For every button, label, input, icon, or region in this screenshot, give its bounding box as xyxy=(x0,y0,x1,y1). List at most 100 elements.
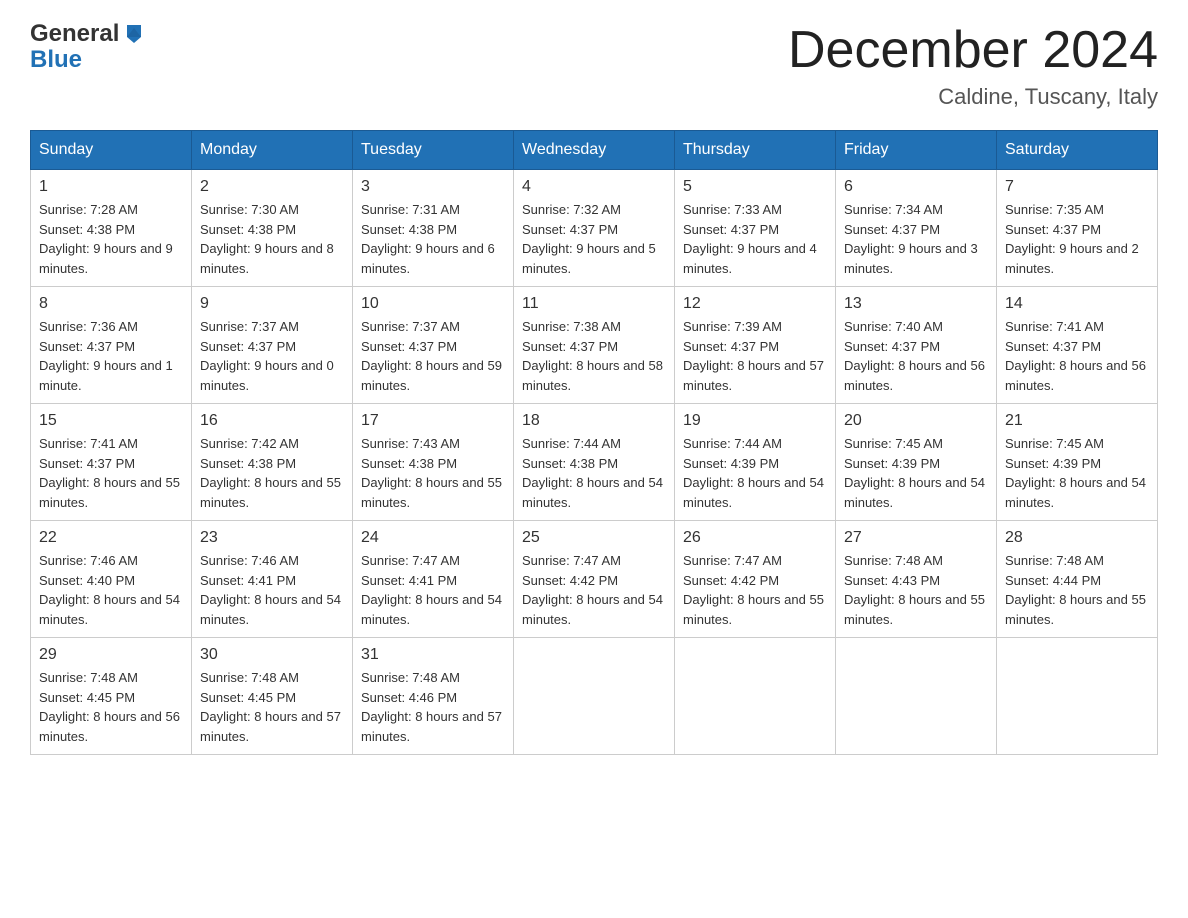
day-number: 14 xyxy=(1005,295,1149,313)
sunset-label: Sunset: 4:45 PM xyxy=(200,690,296,705)
calendar-header-row: SundayMondayTuesdayWednesdayThursdayFrid… xyxy=(31,131,1158,170)
day-number: 6 xyxy=(844,178,988,196)
day-info: Sunrise: 7:37 AM Sunset: 4:37 PM Dayligh… xyxy=(200,317,344,395)
calendar-day-cell: 6 Sunrise: 7:34 AM Sunset: 4:37 PM Dayli… xyxy=(836,170,997,287)
calendar-day-cell: 19 Sunrise: 7:44 AM Sunset: 4:39 PM Dayl… xyxy=(675,404,836,521)
day-info: Sunrise: 7:44 AM Sunset: 4:38 PM Dayligh… xyxy=(522,434,666,512)
sunrise-label: Sunrise: 7:30 AM xyxy=(200,202,299,217)
day-info: Sunrise: 7:48 AM Sunset: 4:46 PM Dayligh… xyxy=(361,668,505,746)
day-info: Sunrise: 7:48 AM Sunset: 4:45 PM Dayligh… xyxy=(39,668,183,746)
day-of-week-header: Friday xyxy=(836,131,997,170)
day-number: 26 xyxy=(683,529,827,547)
calendar-day-cell: 3 Sunrise: 7:31 AM Sunset: 4:38 PM Dayli… xyxy=(353,170,514,287)
daylight-label: Daylight: 8 hours and 54 minutes. xyxy=(361,592,502,627)
day-info: Sunrise: 7:37 AM Sunset: 4:37 PM Dayligh… xyxy=(361,317,505,395)
day-number: 2 xyxy=(200,178,344,196)
day-number: 30 xyxy=(200,646,344,664)
calendar-day-cell: 16 Sunrise: 7:42 AM Sunset: 4:38 PM Dayl… xyxy=(192,404,353,521)
day-number: 29 xyxy=(39,646,183,664)
daylight-label: Daylight: 8 hours and 57 minutes. xyxy=(361,709,502,744)
calendar-day-cell xyxy=(514,638,675,755)
day-info: Sunrise: 7:41 AM Sunset: 4:37 PM Dayligh… xyxy=(39,434,183,512)
calendar-day-cell: 31 Sunrise: 7:48 AM Sunset: 4:46 PM Dayl… xyxy=(353,638,514,755)
day-number: 20 xyxy=(844,412,988,430)
calendar-day-cell: 4 Sunrise: 7:32 AM Sunset: 4:37 PM Dayli… xyxy=(514,170,675,287)
day-number: 27 xyxy=(844,529,988,547)
calendar-day-cell: 20 Sunrise: 7:45 AM Sunset: 4:39 PM Dayl… xyxy=(836,404,997,521)
calendar-day-cell: 5 Sunrise: 7:33 AM Sunset: 4:37 PM Dayli… xyxy=(675,170,836,287)
calendar-day-cell: 18 Sunrise: 7:44 AM Sunset: 4:38 PM Dayl… xyxy=(514,404,675,521)
day-number: 16 xyxy=(200,412,344,430)
sunset-label: Sunset: 4:38 PM xyxy=(361,222,457,237)
day-info: Sunrise: 7:45 AM Sunset: 4:39 PM Dayligh… xyxy=(844,434,988,512)
day-info: Sunrise: 7:40 AM Sunset: 4:37 PM Dayligh… xyxy=(844,317,988,395)
calendar-table: SundayMondayTuesdayWednesdayThursdayFrid… xyxy=(30,130,1158,755)
sunset-label: Sunset: 4:43 PM xyxy=(844,573,940,588)
location-subtitle: Caldine, Tuscany, Italy xyxy=(788,84,1158,110)
day-info: Sunrise: 7:30 AM Sunset: 4:38 PM Dayligh… xyxy=(200,200,344,278)
day-number: 24 xyxy=(361,529,505,547)
sunset-label: Sunset: 4:37 PM xyxy=(683,339,779,354)
sunset-label: Sunset: 4:38 PM xyxy=(39,222,135,237)
calendar-week-row: 15 Sunrise: 7:41 AM Sunset: 4:37 PM Dayl… xyxy=(31,404,1158,521)
sunrise-label: Sunrise: 7:48 AM xyxy=(844,553,943,568)
sunrise-label: Sunrise: 7:45 AM xyxy=(1005,436,1104,451)
day-info: Sunrise: 7:48 AM Sunset: 4:43 PM Dayligh… xyxy=(844,551,988,629)
day-of-week-header: Monday xyxy=(192,131,353,170)
sunset-label: Sunset: 4:37 PM xyxy=(200,339,296,354)
day-info: Sunrise: 7:44 AM Sunset: 4:39 PM Dayligh… xyxy=(683,434,827,512)
calendar-day-cell: 7 Sunrise: 7:35 AM Sunset: 4:37 PM Dayli… xyxy=(997,170,1158,287)
daylight-label: Daylight: 9 hours and 4 minutes. xyxy=(683,241,817,276)
daylight-label: Daylight: 9 hours and 1 minute. xyxy=(39,358,173,393)
sunrise-label: Sunrise: 7:41 AM xyxy=(39,436,138,451)
daylight-label: Daylight: 9 hours and 8 minutes. xyxy=(200,241,334,276)
day-number: 22 xyxy=(39,529,183,547)
day-number: 4 xyxy=(522,178,666,196)
sunrise-label: Sunrise: 7:41 AM xyxy=(1005,319,1104,334)
day-number: 18 xyxy=(522,412,666,430)
calendar-day-cell: 12 Sunrise: 7:39 AM Sunset: 4:37 PM Dayl… xyxy=(675,287,836,404)
logo: General Blue xyxy=(30,20,145,74)
sunset-label: Sunset: 4:37 PM xyxy=(1005,222,1101,237)
daylight-label: Daylight: 8 hours and 56 minutes. xyxy=(39,709,180,744)
day-info: Sunrise: 7:46 AM Sunset: 4:41 PM Dayligh… xyxy=(200,551,344,629)
day-info: Sunrise: 7:47 AM Sunset: 4:42 PM Dayligh… xyxy=(522,551,666,629)
sunrise-label: Sunrise: 7:48 AM xyxy=(361,670,460,685)
logo-arrow-icon xyxy=(123,23,145,45)
calendar-week-row: 29 Sunrise: 7:48 AM Sunset: 4:45 PM Dayl… xyxy=(31,638,1158,755)
logo-blue-text: Blue xyxy=(30,46,82,74)
day-info: Sunrise: 7:47 AM Sunset: 4:41 PM Dayligh… xyxy=(361,551,505,629)
sunrise-label: Sunrise: 7:39 AM xyxy=(683,319,782,334)
day-info: Sunrise: 7:39 AM Sunset: 4:37 PM Dayligh… xyxy=(683,317,827,395)
sunset-label: Sunset: 4:39 PM xyxy=(844,456,940,471)
sunrise-label: Sunrise: 7:32 AM xyxy=(522,202,621,217)
daylight-label: Daylight: 9 hours and 9 minutes. xyxy=(39,241,173,276)
day-number: 23 xyxy=(200,529,344,547)
calendar-day-cell: 26 Sunrise: 7:47 AM Sunset: 4:42 PM Dayl… xyxy=(675,521,836,638)
daylight-label: Daylight: 8 hours and 56 minutes. xyxy=(1005,358,1146,393)
calendar-day-cell: 9 Sunrise: 7:37 AM Sunset: 4:37 PM Dayli… xyxy=(192,287,353,404)
sunset-label: Sunset: 4:39 PM xyxy=(1005,456,1101,471)
sunrise-label: Sunrise: 7:37 AM xyxy=(200,319,299,334)
sunset-label: Sunset: 4:38 PM xyxy=(522,456,618,471)
daylight-label: Daylight: 8 hours and 55 minutes. xyxy=(683,592,824,627)
daylight-label: Daylight: 8 hours and 57 minutes. xyxy=(200,709,341,744)
day-number: 10 xyxy=(361,295,505,313)
calendar-day-cell: 13 Sunrise: 7:40 AM Sunset: 4:37 PM Dayl… xyxy=(836,287,997,404)
sunset-label: Sunset: 4:37 PM xyxy=(844,339,940,354)
day-info: Sunrise: 7:45 AM Sunset: 4:39 PM Dayligh… xyxy=(1005,434,1149,512)
daylight-label: Daylight: 8 hours and 54 minutes. xyxy=(844,475,985,510)
day-of-week-header: Thursday xyxy=(675,131,836,170)
day-info: Sunrise: 7:28 AM Sunset: 4:38 PM Dayligh… xyxy=(39,200,183,278)
calendar-day-cell xyxy=(675,638,836,755)
day-info: Sunrise: 7:48 AM Sunset: 4:45 PM Dayligh… xyxy=(200,668,344,746)
sunset-label: Sunset: 4:37 PM xyxy=(522,222,618,237)
daylight-label: Daylight: 9 hours and 2 minutes. xyxy=(1005,241,1139,276)
calendar-day-cell: 10 Sunrise: 7:37 AM Sunset: 4:37 PM Dayl… xyxy=(353,287,514,404)
calendar-day-cell: 27 Sunrise: 7:48 AM Sunset: 4:43 PM Dayl… xyxy=(836,521,997,638)
sunrise-label: Sunrise: 7:46 AM xyxy=(200,553,299,568)
sunrise-label: Sunrise: 7:36 AM xyxy=(39,319,138,334)
calendar-day-cell: 25 Sunrise: 7:47 AM Sunset: 4:42 PM Dayl… xyxy=(514,521,675,638)
sunset-label: Sunset: 4:42 PM xyxy=(683,573,779,588)
day-info: Sunrise: 7:48 AM Sunset: 4:44 PM Dayligh… xyxy=(1005,551,1149,629)
